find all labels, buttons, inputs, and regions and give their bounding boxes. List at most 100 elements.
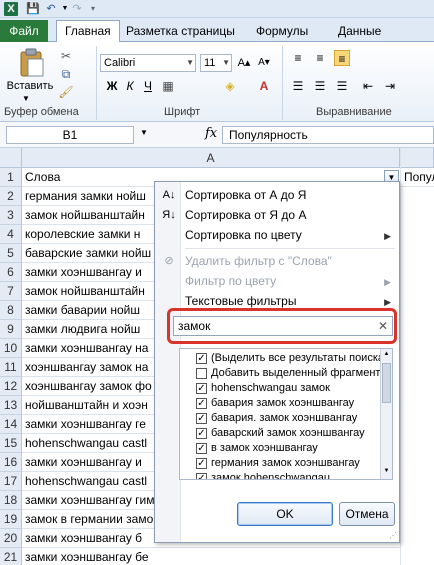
filter-list-item[interactable]: ✓ бавария замок хоэншвангау xyxy=(196,396,354,411)
row-header[interactable]: 8 xyxy=(0,301,22,320)
row-header[interactable]: 10 xyxy=(0,339,22,358)
row-header[interactable]: 12 xyxy=(0,377,22,396)
filter-list-item[interactable]: ✓ баварский замок хоэншвангау xyxy=(196,426,365,441)
paste-label[interactable]: Вставить xyxy=(6,80,54,92)
align-bottom-icon[interactable]: ≡ xyxy=(334,50,350,66)
align-top-icon[interactable]: ≡ xyxy=(290,50,306,66)
customize-qat-icon[interactable]: ▾ xyxy=(86,2,100,16)
font-color-icon[interactable]: A xyxy=(256,78,272,94)
scroll-up-icon[interactable]: ▲ xyxy=(382,351,391,360)
name-box[interactable]: B1 xyxy=(6,126,134,144)
row-header[interactable]: 11 xyxy=(0,358,22,377)
scroll-down-icon[interactable]: ▼ xyxy=(382,468,391,477)
row-header[interactable]: 6 xyxy=(0,263,22,282)
fill-color-icon[interactable]: ◈ xyxy=(222,78,238,94)
row-header[interactable]: 3 xyxy=(0,206,22,225)
checkbox[interactable] xyxy=(196,368,207,379)
cut-icon[interactable]: ✂ xyxy=(58,48,74,64)
redo-icon[interactable]: ↷ xyxy=(70,2,84,16)
row-header[interactable]: 17 xyxy=(0,472,22,491)
menu-item-remove-filter: Удалить фильтр с "Слова" xyxy=(185,254,332,268)
menu-item-sort-color[interactable]: Сортировка по цвету xyxy=(185,225,385,245)
bold-button[interactable]: Ж xyxy=(104,78,120,94)
row-header[interactable]: 21 xyxy=(0,548,22,565)
row-header[interactable]: 2 xyxy=(0,187,22,206)
checkbox[interactable]: ✓ xyxy=(196,473,207,479)
paste-dropdown-icon[interactable]: ▼ xyxy=(22,94,30,103)
shrink-font-icon[interactable]: A▾ xyxy=(256,55,272,71)
list-scrollbar[interactable]: ▲ ▼ xyxy=(380,349,392,479)
borders-icon[interactable]: ▦ xyxy=(160,78,176,94)
resize-grip-icon[interactable]: ⋰ xyxy=(389,531,397,540)
font-size-select[interactable]: 11 ▼ xyxy=(200,54,232,72)
row-header[interactable]: 14 xyxy=(0,415,22,434)
column-header-b[interactable] xyxy=(400,148,434,168)
filter-list-item[interactable]: ✓ (Выделить все результаты поиска) xyxy=(196,351,388,366)
font-name-select[interactable]: Calibri ▼ xyxy=(100,54,196,72)
filter-value-list[interactable]: ✓ (Выделить все результаты поиска) Добавит… xyxy=(179,348,393,480)
font-size-dropdown-icon[interactable]: ▼ xyxy=(222,55,230,71)
row-header[interactable]: 16 xyxy=(0,453,22,472)
cell-a[interactable]: замки хоэншвангау бе xyxy=(22,548,434,565)
row-header[interactable]: 13 xyxy=(0,396,22,415)
tab-data[interactable]: Данные xyxy=(330,21,389,42)
underline-button[interactable]: Ч xyxy=(140,78,156,94)
formula-input[interactable]: Популярность xyxy=(222,126,434,144)
format-painter-icon[interactable]: 🖌 xyxy=(58,84,74,100)
undo-icon[interactable]: ↶ xyxy=(44,2,58,16)
tab-page-layout[interactable]: Разметка страницы xyxy=(118,21,243,42)
tab-formulas[interactable]: Формулы xyxy=(248,21,316,42)
ok-button[interactable]: OK xyxy=(237,502,333,526)
filter-list-item[interactable]: ✓ германия замок хоэншвангау xyxy=(196,456,360,471)
filter-list-item-label: баварский замок хоэншвангау xyxy=(211,427,365,439)
excel-window: X 💾 ↶ ▼ ↷ ▾ Файл Главная Разметка страни… xyxy=(0,0,434,565)
font-name-dropdown-icon[interactable]: ▼ xyxy=(186,55,194,71)
checkbox[interactable]: ✓ xyxy=(196,353,207,364)
checkbox[interactable]: ✓ xyxy=(196,383,207,394)
row-header[interactable]: 18 xyxy=(0,491,22,510)
align-middle-icon[interactable]: ≡ xyxy=(312,50,328,66)
menu-item-sort-za[interactable]: Сортировка от Я до А xyxy=(185,205,306,225)
copy-icon[interactable]: ⧉ xyxy=(58,66,74,82)
filter-list-item[interactable]: ✓ замок hohenschwangau xyxy=(196,471,330,479)
cancel-button[interactable]: Отмена xyxy=(339,502,395,526)
autofilter-menu: A↓ Сортировка от А до Я Я↓ Сортировка от… xyxy=(154,181,400,543)
scroll-thumb[interactable] xyxy=(382,363,391,403)
save-icon[interactable]: 💾 xyxy=(26,2,40,16)
fx-icon[interactable]: fx xyxy=(205,126,217,141)
select-all-corner[interactable] xyxy=(0,148,22,168)
row-header[interactable]: 15 xyxy=(0,434,22,453)
italic-button[interactable]: К xyxy=(122,78,138,94)
align-right-icon[interactable]: ☰ xyxy=(334,78,350,94)
menu-item-sort-az[interactable]: Сортировка от А до Я xyxy=(185,185,306,205)
checkbox[interactable]: ✓ xyxy=(196,398,207,409)
cell-b1[interactable]: Попул xyxy=(401,168,434,187)
checkbox[interactable]: ✓ xyxy=(196,458,207,469)
tab-home[interactable]: Главная xyxy=(56,20,120,42)
filter-list-item-label: бавария. замок хоэншвангау xyxy=(211,412,358,424)
grow-font-icon[interactable]: A▴ xyxy=(236,55,252,71)
decrease-indent-icon[interactable]: ⇤ xyxy=(360,78,376,94)
row-header[interactable]: 20 xyxy=(0,529,22,548)
row-header[interactable]: 19 xyxy=(0,510,22,529)
checkbox[interactable]: ✓ xyxy=(196,428,207,439)
align-left-icon[interactable]: ☰ xyxy=(290,78,306,94)
row-header[interactable]: 9 xyxy=(0,320,22,339)
column-header-a[interactable]: A xyxy=(22,148,400,168)
row-header[interactable]: 7 xyxy=(0,282,22,301)
checkbox[interactable]: ✓ xyxy=(196,413,207,424)
menu-icon-strip xyxy=(155,182,181,542)
row-header[interactable]: 4 xyxy=(0,225,22,244)
increase-indent-icon[interactable]: ⇥ xyxy=(382,78,398,94)
row-header[interactable]: 1 xyxy=(0,168,22,187)
align-center-icon[interactable]: ☰ xyxy=(312,78,328,94)
filter-list-item[interactable]: ✓ hohenschwangau замок xyxy=(196,381,330,396)
name-box-dropdown-icon[interactable]: ▼ xyxy=(140,128,148,137)
checkbox[interactable]: ✓ xyxy=(196,443,207,454)
filter-list-item[interactable]: ✓ бавария. замок хоэншвангау xyxy=(196,411,357,426)
paste-button[interactable] xyxy=(14,48,50,78)
filter-list-item[interactable]: Добавить выделенный фрагмент в фильтр xyxy=(196,366,392,381)
filter-list-item[interactable]: ✓ в замок хоэншвангау xyxy=(196,441,318,456)
tab-file[interactable]: Файл xyxy=(0,20,48,42)
row-header[interactable]: 5 xyxy=(0,244,22,263)
